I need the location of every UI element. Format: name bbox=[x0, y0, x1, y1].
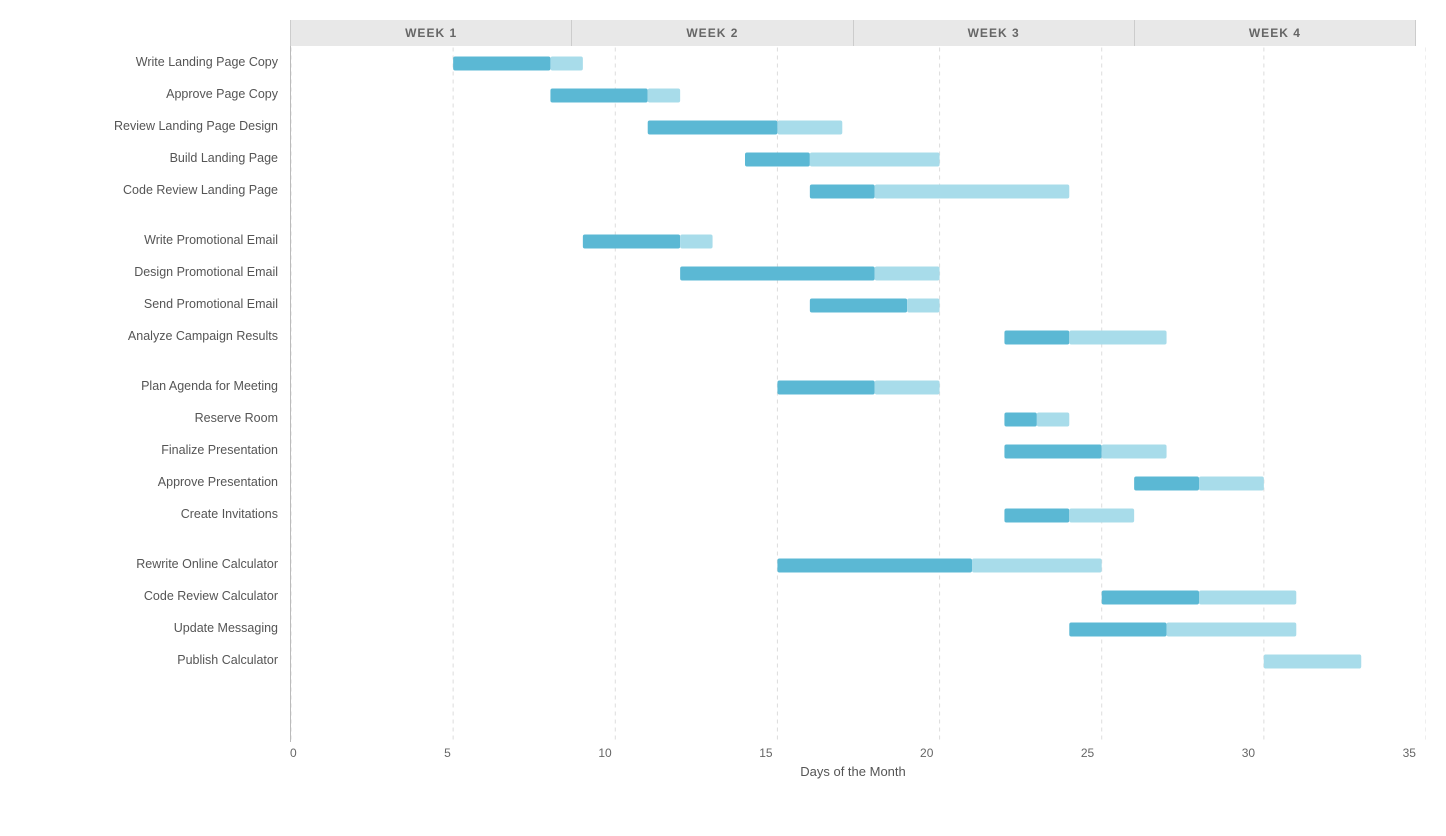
task-label: Reserve Room bbox=[20, 402, 290, 434]
gantt-area bbox=[290, 46, 1426, 742]
task-label: Build Landing Page bbox=[20, 142, 290, 174]
x-axis-labels: 0 5 10 15 20 25 30 35 bbox=[290, 742, 1416, 760]
x-label-20: 20 bbox=[920, 746, 933, 760]
task-labels: Write Landing Page CopyApprove Page Copy… bbox=[20, 46, 290, 742]
task-label: Write Landing Page Copy bbox=[20, 46, 290, 78]
x-axis-title: Days of the Month bbox=[290, 764, 1416, 779]
task-label: Approve Presentation bbox=[20, 466, 290, 498]
week-4-header: WEEK 4 bbox=[1135, 20, 1416, 46]
task-label: Plan Agenda for Meeting bbox=[20, 370, 290, 402]
x-label-25: 25 bbox=[1081, 746, 1094, 760]
x-label-5: 5 bbox=[444, 746, 451, 760]
week-1-header: WEEK 1 bbox=[290, 20, 572, 46]
x-label-0: 0 bbox=[290, 746, 297, 760]
task-label: Publish Calculator bbox=[20, 644, 290, 676]
task-label: Approve Page Copy bbox=[20, 78, 290, 110]
spacer-row bbox=[20, 530, 290, 548]
task-label: Send Promotional Email bbox=[20, 288, 290, 320]
x-label-15: 15 bbox=[759, 746, 772, 760]
spacer-row bbox=[20, 352, 290, 370]
x-label-10: 10 bbox=[598, 746, 611, 760]
x-label-35: 35 bbox=[1403, 746, 1416, 760]
task-label: Review Landing Page Design bbox=[20, 110, 290, 142]
task-label: Update Messaging bbox=[20, 612, 290, 644]
task-label: Design Promotional Email bbox=[20, 256, 290, 288]
task-label: Finalize Presentation bbox=[20, 434, 290, 466]
x-label-30: 30 bbox=[1242, 746, 1255, 760]
task-label: Rewrite Online Calculator bbox=[20, 548, 290, 580]
x-axis-area: 0 5 10 15 20 25 30 35 Days of the Month bbox=[290, 742, 1416, 779]
task-label: Code Review Calculator bbox=[20, 580, 290, 612]
chart-body: Write Landing Page CopyApprove Page Copy… bbox=[20, 46, 1426, 742]
week-header: WEEK 1 WEEK 2 WEEK 3 WEEK 4 bbox=[290, 20, 1416, 46]
task-label: Code Review Landing Page bbox=[20, 174, 290, 206]
chart-container: WEEK 1 WEEK 2 WEEK 3 WEEK 4 Write Landin… bbox=[0, 0, 1446, 836]
gantt-svg bbox=[291, 46, 1426, 742]
task-label: Analyze Campaign Results bbox=[20, 320, 290, 352]
spacer-row bbox=[20, 206, 290, 224]
week-3-header: WEEK 3 bbox=[854, 20, 1135, 46]
week-2-header: WEEK 2 bbox=[572, 20, 853, 46]
task-label: Write Promotional Email bbox=[20, 224, 290, 256]
task-label: Create Invitations bbox=[20, 498, 290, 530]
